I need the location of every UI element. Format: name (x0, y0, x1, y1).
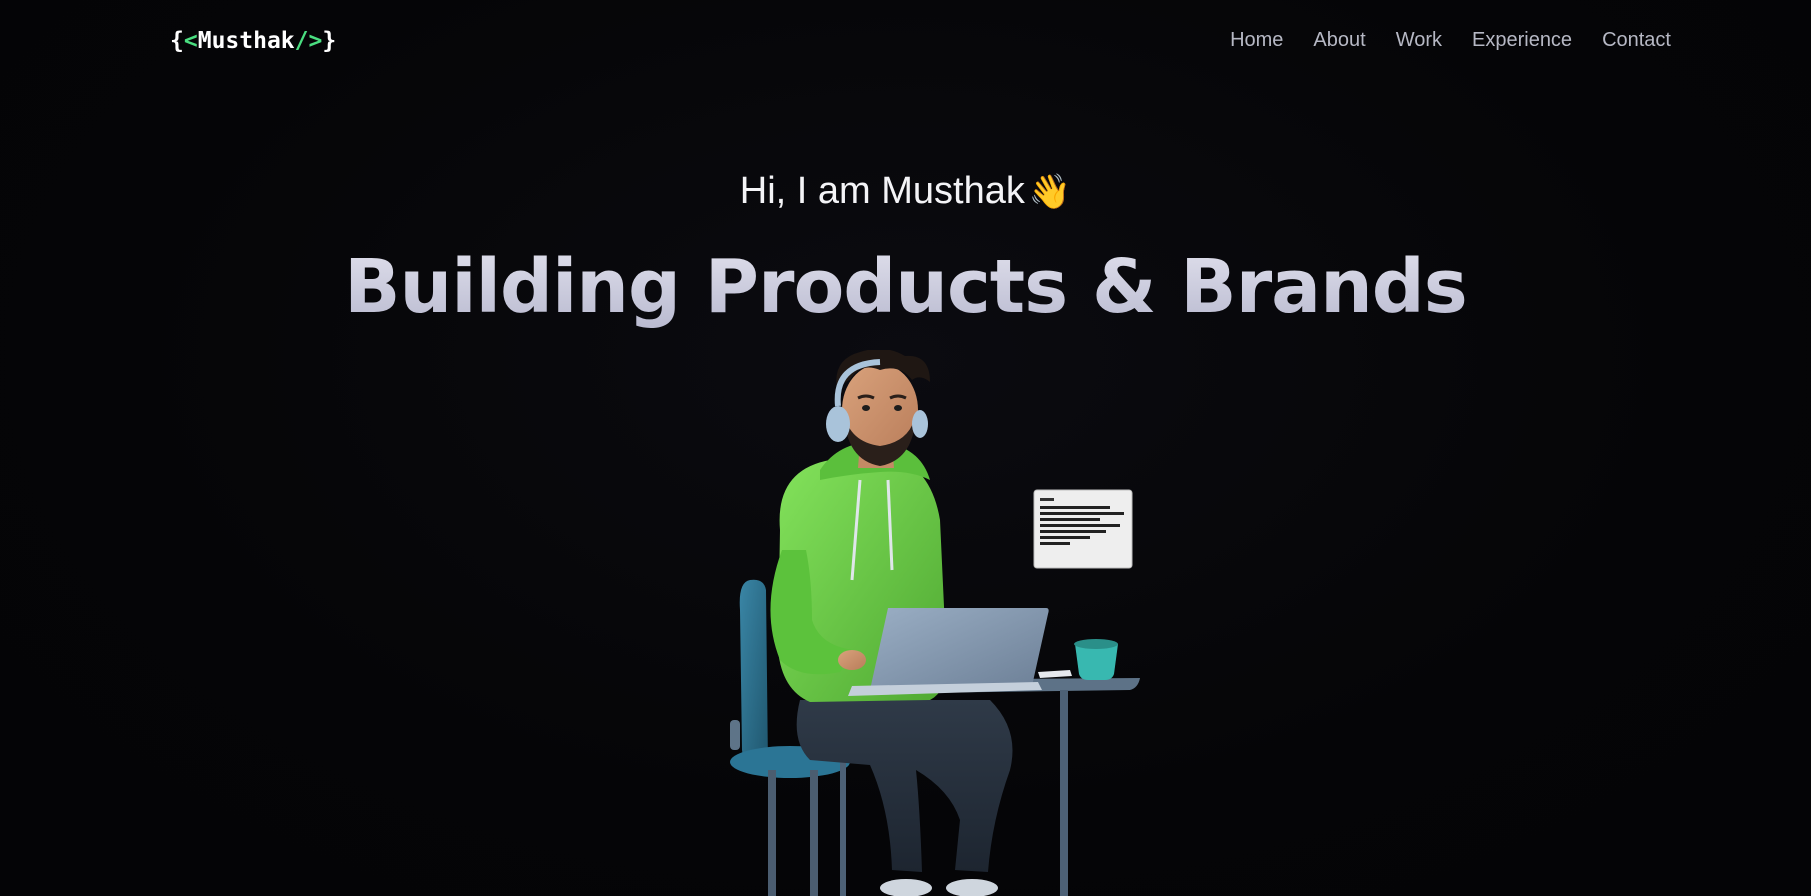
hero-greeting: Hi, I am Musthak 👋 (0, 168, 1811, 215)
logo-name: Musthak (197, 28, 295, 54)
waving-hand-icon: 👋 (1028, 173, 1072, 211)
nav-link-work[interactable]: Work (1396, 27, 1442, 53)
main-nav: Home About Work Experience Contact (1230, 27, 1671, 53)
site-header: {<Musthak/>} Home About Work Experience … (0, 0, 1811, 80)
developer-avatar-icon (720, 350, 1160, 896)
logo-open-tag: < (183, 28, 198, 54)
nav-link-experience[interactable]: Experience (1472, 27, 1572, 53)
greeting-text: Hi, I am Musthak (739, 170, 1025, 212)
hero-headline: Building Products & Brands (0, 244, 1811, 330)
nav-link-home[interactable]: Home (1230, 27, 1283, 53)
logo-close-tag: /> (294, 28, 323, 54)
nav-link-about[interactable]: About (1313, 27, 1365, 53)
logo-close-brace: } (322, 28, 337, 54)
portfolio-page: {<Musthak/>} Home About Work Experience … (0, 0, 1811, 896)
logo[interactable]: {<Musthak/>} (170, 27, 336, 55)
nav-link-contact[interactable]: Contact (1602, 27, 1671, 53)
logo-open-brace: { (170, 28, 184, 54)
